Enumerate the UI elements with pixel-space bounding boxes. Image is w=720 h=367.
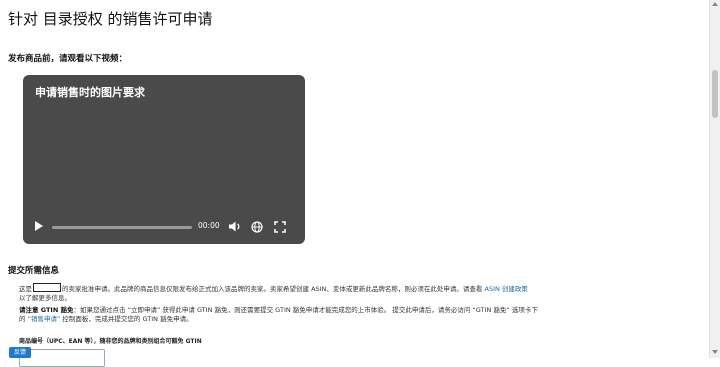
gtin-note-bold: 请注意 GTIN 豁免 <box>19 306 74 314</box>
sales-application-link[interactable]: “销售申请” <box>28 315 61 323</box>
volume-icon[interactable] <box>229 221 241 232</box>
globe-icon[interactable] <box>251 221 263 233</box>
product-id-label: 商品编号（UPC、EAN 等），随非您的品牌和类别组合可豁免 GTIN <box>19 338 202 345</box>
para2-b: 控制面板，完成并提交您的 GTIN 豁免申请。 <box>62 315 193 323</box>
feedback-button[interactable]: 反馈 <box>9 347 31 358</box>
scroll-up-icon[interactable] <box>712 2 718 6</box>
time-readout: 00:00 <box>198 221 220 230</box>
brand-approval-text: 这是 的卖家批准申请。此品牌的商品信息仅限发布给正式加入该品牌的卖家。卖家希望创建… <box>19 283 539 303</box>
video-player[interactable]: 申请销售时的图片要求 00:00 <box>23 75 305 244</box>
play-icon[interactable] <box>35 221 43 231</box>
para1-end: 以了解更多信息。 <box>19 294 71 302</box>
seek-bar[interactable] <box>52 226 192 229</box>
para1-before: 这是 <box>19 285 32 293</box>
scroll-thumb[interactable] <box>712 70 718 118</box>
product-id-input[interactable] <box>19 349 105 367</box>
redacted-brand <box>33 283 61 292</box>
para1-after: 的卖家批准申请。此品牌的商品信息仅限发布给正式加入该品牌的卖家。卖家希望创建 A… <box>62 285 483 293</box>
scrollbar[interactable] <box>709 0 720 358</box>
fullscreen-icon[interactable] <box>274 221 286 233</box>
scroll-down-icon[interactable] <box>712 350 718 354</box>
video-title: 申请销售时的图片要求 <box>35 86 145 99</box>
gtin-note-text: 请注意 GTIN 豁免：如果您通过点击 “立即申请” 获得此申请 GTIN 豁免… <box>19 306 539 324</box>
page-title: 针对 目录授权 的销售许可申请 <box>8 10 213 28</box>
section-heading: 提交所需信息 <box>8 266 60 276</box>
asin-policy-link[interactable]: ASIN 创建政策 <box>485 285 528 293</box>
video-prompt: 发布商品前，请观看以下视频： <box>8 54 128 64</box>
